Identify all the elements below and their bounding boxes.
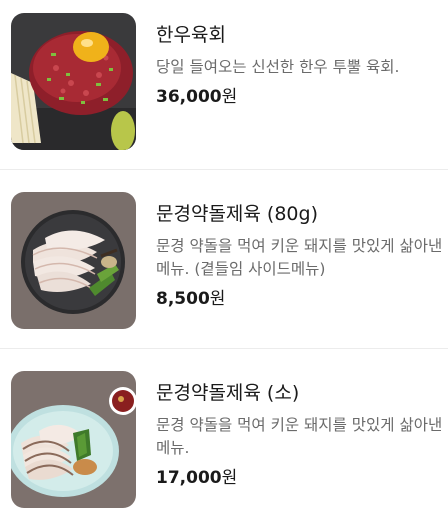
menu-item-info: 문경약돌제육 (80g) 문경 약돌을 먹여 키운 돼지를 맛있게 삶아낸 메뉴… [156, 201, 444, 311]
boiled-pork-photo-icon [11, 192, 136, 329]
price-value: 36,000 [156, 87, 222, 107]
menu-item-info: 문경약돌제육 (소) 문경 약돌을 먹여 키운 돼지를 맛있게 삶아낸 메뉴. … [156, 380, 444, 490]
menu-list: 한우육회 당일 들여오는 신선한 한우 투뿔 육회. 36,000원 문경약돌제… [0, 0, 448, 517]
price-currency: 원 [221, 87, 238, 107]
price-currency: 원 [209, 289, 226, 309]
menu-item-image [11, 13, 136, 150]
menu-item-jeyuk-80g[interactable]: 문경약돌제육 (80g) 문경 약돌을 먹여 키운 돼지를 맛있게 삶아낸 메뉴… [0, 183, 448, 351]
menu-item-name: 한우육회 [156, 24, 226, 46]
menu-item-name: 문경약돌제육 (소) [156, 382, 300, 404]
menu-item-image [11, 371, 136, 508]
menu-item-jeyuk-small[interactable]: 문경약돌제육 (소) 문경 약돌을 먹여 키운 돼지를 맛있게 삶아낸 메뉴. … [0, 362, 448, 530]
yukhoe-photo-icon [11, 13, 136, 150]
menu-item-name: 문경약돌제육 (80g) [156, 203, 318, 225]
menu-item-info: 한우육회 당일 들여오는 신선한 한우 투뿔 육회. 36,000원 [156, 22, 444, 109]
menu-item-price: 17,000원 [156, 466, 444, 490]
price-value: 8,500 [156, 289, 210, 309]
menu-item-description: 당일 들여오는 신선한 한우 투뿔 육회. [156, 58, 400, 76]
price-currency: 원 [221, 468, 238, 488]
menu-item-description: 문경 약돌을 먹여 키운 돼지를 맛있게 삶아낸 메뉴. [156, 416, 443, 457]
divider [0, 169, 448, 170]
price-value: 17,000 [156, 468, 222, 488]
divider [0, 348, 448, 349]
menu-item-image [11, 192, 136, 329]
boiled-pork-platter-photo-icon [11, 371, 136, 508]
menu-item-price: 8,500원 [156, 287, 444, 311]
menu-item-description: 문경 약돌을 먹여 키운 돼지를 맛있게 삶아낸 메뉴. (곁들임 사이드메뉴) [156, 237, 443, 278]
menu-item-price: 36,000원 [156, 85, 444, 109]
menu-item-hanwoo-yukhoe[interactable]: 한우육회 당일 들여오는 신선한 한우 투뿔 육회. 36,000원 [0, 4, 448, 172]
